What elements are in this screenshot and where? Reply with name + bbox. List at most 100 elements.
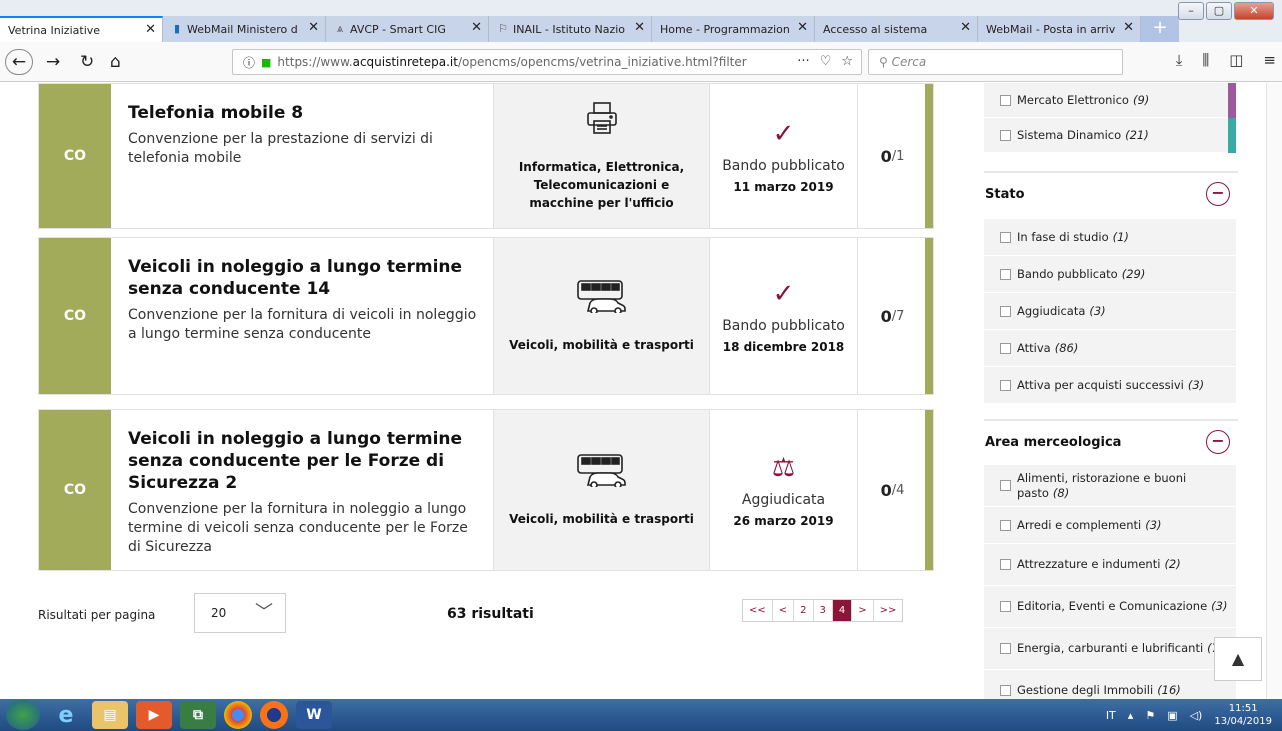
browser-tab[interactable]: ⚐ INAIL - Istituto Nazio ✕	[489, 16, 652, 42]
close-icon[interactable]: ✕	[634, 21, 645, 35]
checkbox[interactable]	[1000, 305, 1011, 317]
filter-count: (3)	[1145, 517, 1162, 532]
filter-option[interactable]: Gestione degli Immobili (16)	[984, 670, 1236, 699]
results-per-page-select[interactable]: 20 ﹀	[194, 593, 286, 633]
browser-tab[interactable]: ▮ WebMail Ministero d ✕	[163, 16, 326, 42]
page-link[interactable]: 2	[794, 600, 814, 621]
new-tab-button[interactable]: +	[1141, 16, 1179, 42]
bookmark-star-icon[interactable]: ☆	[841, 54, 853, 69]
checkbox[interactable]	[1000, 559, 1011, 570]
status-date: 26 marzo 2019	[733, 513, 834, 528]
url-bar[interactable]: ⓘ ■ https://www.acquistinretepa.it/openc…	[232, 49, 862, 75]
close-icon[interactable]: ✕	[471, 21, 482, 35]
page-link[interactable]: >	[852, 600, 874, 621]
filter-option[interactable]: Attrezzature e indumenti (2)	[984, 544, 1236, 586]
checkbox[interactable]	[1000, 94, 1011, 106]
filter-option[interactable]: Mercato Elettronico (9)	[984, 83, 1236, 118]
search-input[interactable]: ⚲ Cerca	[868, 49, 1123, 75]
close-window-button[interactable]: ✕	[1234, 2, 1274, 20]
home-icon[interactable]: ⌂	[110, 51, 121, 73]
menu-icon[interactable]: ≡	[1263, 51, 1276, 69]
checkbox[interactable]	[1000, 519, 1011, 531]
page-link[interactable]: 4	[832, 600, 853, 621]
download-icon[interactable]: ⤓	[1176, 51, 1183, 69]
checkbox[interactable]	[1000, 685, 1011, 696]
filter-option[interactable]: Attiva (86)	[984, 330, 1236, 367]
browser-tab[interactable]: Home - Programmazion ✕	[652, 16, 815, 42]
browser-tab[interactable]: Accesso al sistema ✕	[815, 16, 978, 42]
initiative-card[interactable]: CO Telefonia mobile 8 Convenzione per la p…	[38, 83, 934, 229]
filter-option[interactable]: Alimenti, ristorazione e buoni pasto (8)	[984, 465, 1236, 507]
filter-option[interactable]: Attiva per acquisti successivi (3)	[984, 367, 1236, 404]
chrome-icon[interactable]	[224, 701, 252, 729]
page-content: CO Telefonia mobile 8 Convenzione per la p…	[0, 83, 1282, 699]
back-arrow-icon[interactable]: ←	[5, 49, 33, 75]
file-explorer-icon[interactable]: ▤	[92, 701, 128, 729]
initiative-card[interactable]: CO Veicoli in noleggio a lungo termine se…	[38, 237, 934, 395]
browser-tab[interactable]: Vetrina Iniziative ✕	[0, 16, 163, 42]
close-icon[interactable]: ✕	[308, 21, 319, 35]
network-icon[interactable]: ▣	[1167, 709, 1177, 722]
minimize-button[interactable]: –	[1178, 2, 1204, 20]
filter-option[interactable]: Energia, carburanti e lubrificanti(7)	[984, 628, 1236, 670]
checkbox[interactable]	[1000, 268, 1011, 280]
checkbox[interactable]	[1000, 480, 1011, 491]
close-icon[interactable]: ✕	[797, 21, 808, 35]
filter-option[interactable]: Bando pubblicato (29)	[984, 256, 1236, 293]
library-icon[interactable]: ⫼	[1202, 51, 1209, 69]
page-link[interactable]: >>	[873, 600, 903, 621]
pocket-icon[interactable]: ♡	[820, 54, 832, 69]
filter-header-area[interactable]: Area merceologica −	[984, 419, 1238, 463]
filter-option[interactable]: Arredi e complementi (3)	[984, 507, 1236, 544]
filter-option[interactable]: Sistema Dinamico (21)	[984, 118, 1236, 153]
firefox-icon[interactable]	[260, 701, 288, 729]
filter-option[interactable]: Editoria, Eventi e Comunicazione (3)	[984, 586, 1236, 628]
page-actions-icon[interactable]: ···	[797, 54, 809, 69]
page-link[interactable]: 3	[813, 600, 833, 621]
scroll-to-top-button[interactable]: ▲	[1214, 637, 1262, 681]
initiative-card[interactable]: CO Veicoli in noleggio a lungo termine se…	[38, 409, 934, 571]
tray-arrow-icon[interactable]: ▴	[1128, 709, 1134, 722]
vertical-scrollbar[interactable]	[1266, 83, 1282, 699]
filter-count: (3)	[1187, 377, 1205, 392]
app-icon[interactable]: ⧉	[180, 701, 216, 729]
info-icon[interactable]: ⓘ	[243, 54, 255, 71]
filter-header-stato[interactable]: Stato −	[984, 171, 1238, 215]
filter-option[interactable]: Aggiudicata (3)	[984, 293, 1236, 330]
volume-icon[interactable]: ◁)	[1190, 709, 1203, 722]
printer-icon	[585, 101, 619, 140]
collapse-minus-icon[interactable]: −	[1206, 430, 1230, 454]
clock[interactable]: 11:51 13/04/2019	[1214, 702, 1272, 728]
start-button[interactable]	[6, 700, 40, 730]
language-indicator[interactable]: IT	[1106, 709, 1116, 722]
close-icon[interactable]: ✕	[145, 23, 156, 37]
browser-tab[interactable]: WebMail - Posta in arriv ✕	[978, 16, 1141, 42]
sidebar-toggle-icon[interactable]: ◫	[1229, 51, 1243, 69]
reload-icon[interactable]: ↻	[80, 51, 94, 73]
checkbox[interactable]	[1000, 643, 1011, 654]
word-icon[interactable]: W	[296, 701, 332, 729]
maximize-button[interactable]: ▢	[1206, 2, 1232, 20]
browser-tab[interactable]: ⩓ AVCP - Smart CIG ✕	[326, 16, 489, 42]
internet-explorer-icon[interactable]: e	[48, 701, 84, 729]
filter-option[interactable]: In fase di studio (1)	[984, 219, 1236, 256]
collapse-minus-icon[interactable]: −	[1206, 182, 1230, 206]
checkbox[interactable]	[1000, 231, 1011, 243]
initiative-title[interactable]: Telefonia mobile 8	[128, 102, 477, 124]
checkbox[interactable]	[1000, 342, 1011, 354]
close-icon[interactable]: ✕	[960, 21, 971, 35]
checkbox[interactable]	[1000, 129, 1011, 141]
tab-label: Home - Programmazion	[660, 22, 790, 36]
forward-arrow-icon[interactable]: →	[46, 51, 60, 73]
initiative-title[interactable]: Veicoli in noleggio a lungo termine senz…	[128, 428, 477, 494]
close-icon[interactable]: ✕	[1123, 21, 1134, 35]
page-link[interactable]: <	[772, 600, 795, 621]
flag-icon[interactable]: ⚑	[1145, 709, 1155, 722]
page-link[interactable]: <<	[743, 600, 773, 621]
filter-count: (1)	[1112, 229, 1129, 244]
media-player-icon[interactable]: ▶	[136, 701, 172, 729]
checkbox[interactable]	[1000, 379, 1011, 391]
checkbox[interactable]	[1000, 601, 1011, 612]
initiative-title[interactable]: Veicoli in noleggio a lungo termine senz…	[128, 256, 477, 300]
checkmark-icon: ✓	[772, 118, 795, 149]
